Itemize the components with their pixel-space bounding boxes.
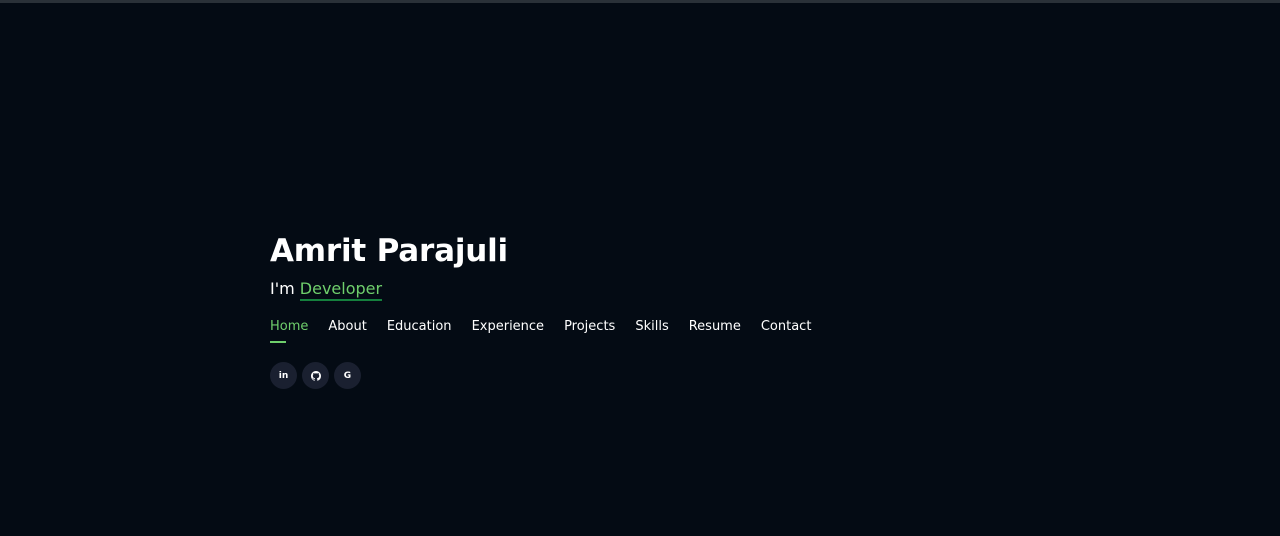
hero-name: Amrit Parajuli	[270, 233, 508, 269]
hero-tagline: I'm Developer	[270, 279, 970, 302]
google-link[interactable]: G	[334, 362, 361, 389]
typed-role: Developer	[299, 279, 383, 301]
nav-home[interactable]: Home	[270, 319, 308, 343]
nav-about[interactable]: About	[328, 319, 366, 343]
github-link[interactable]	[302, 362, 329, 389]
google-icon: G	[343, 370, 352, 381]
social-links: in G	[270, 362, 970, 389]
linkedin-link[interactable]: in	[270, 362, 297, 389]
nav-education[interactable]: Education	[387, 319, 452, 343]
linkedin-icon: in	[278, 370, 289, 381]
main-nav: Home About Education Experience Projects…	[270, 319, 970, 343]
github-icon	[310, 370, 321, 381]
tagline-prefix: I'm	[270, 279, 300, 298]
nav-projects[interactable]: Projects	[564, 319, 615, 343]
nav-skills[interactable]: Skills	[635, 319, 668, 343]
top-divider	[0, 0, 1280, 3]
nav-contact[interactable]: Contact	[761, 319, 812, 343]
nav-experience[interactable]: Experience	[472, 319, 545, 343]
nav-resume[interactable]: Resume	[689, 319, 741, 343]
hero-section: Amrit Parajuli I'm Developer Home About …	[270, 232, 970, 389]
